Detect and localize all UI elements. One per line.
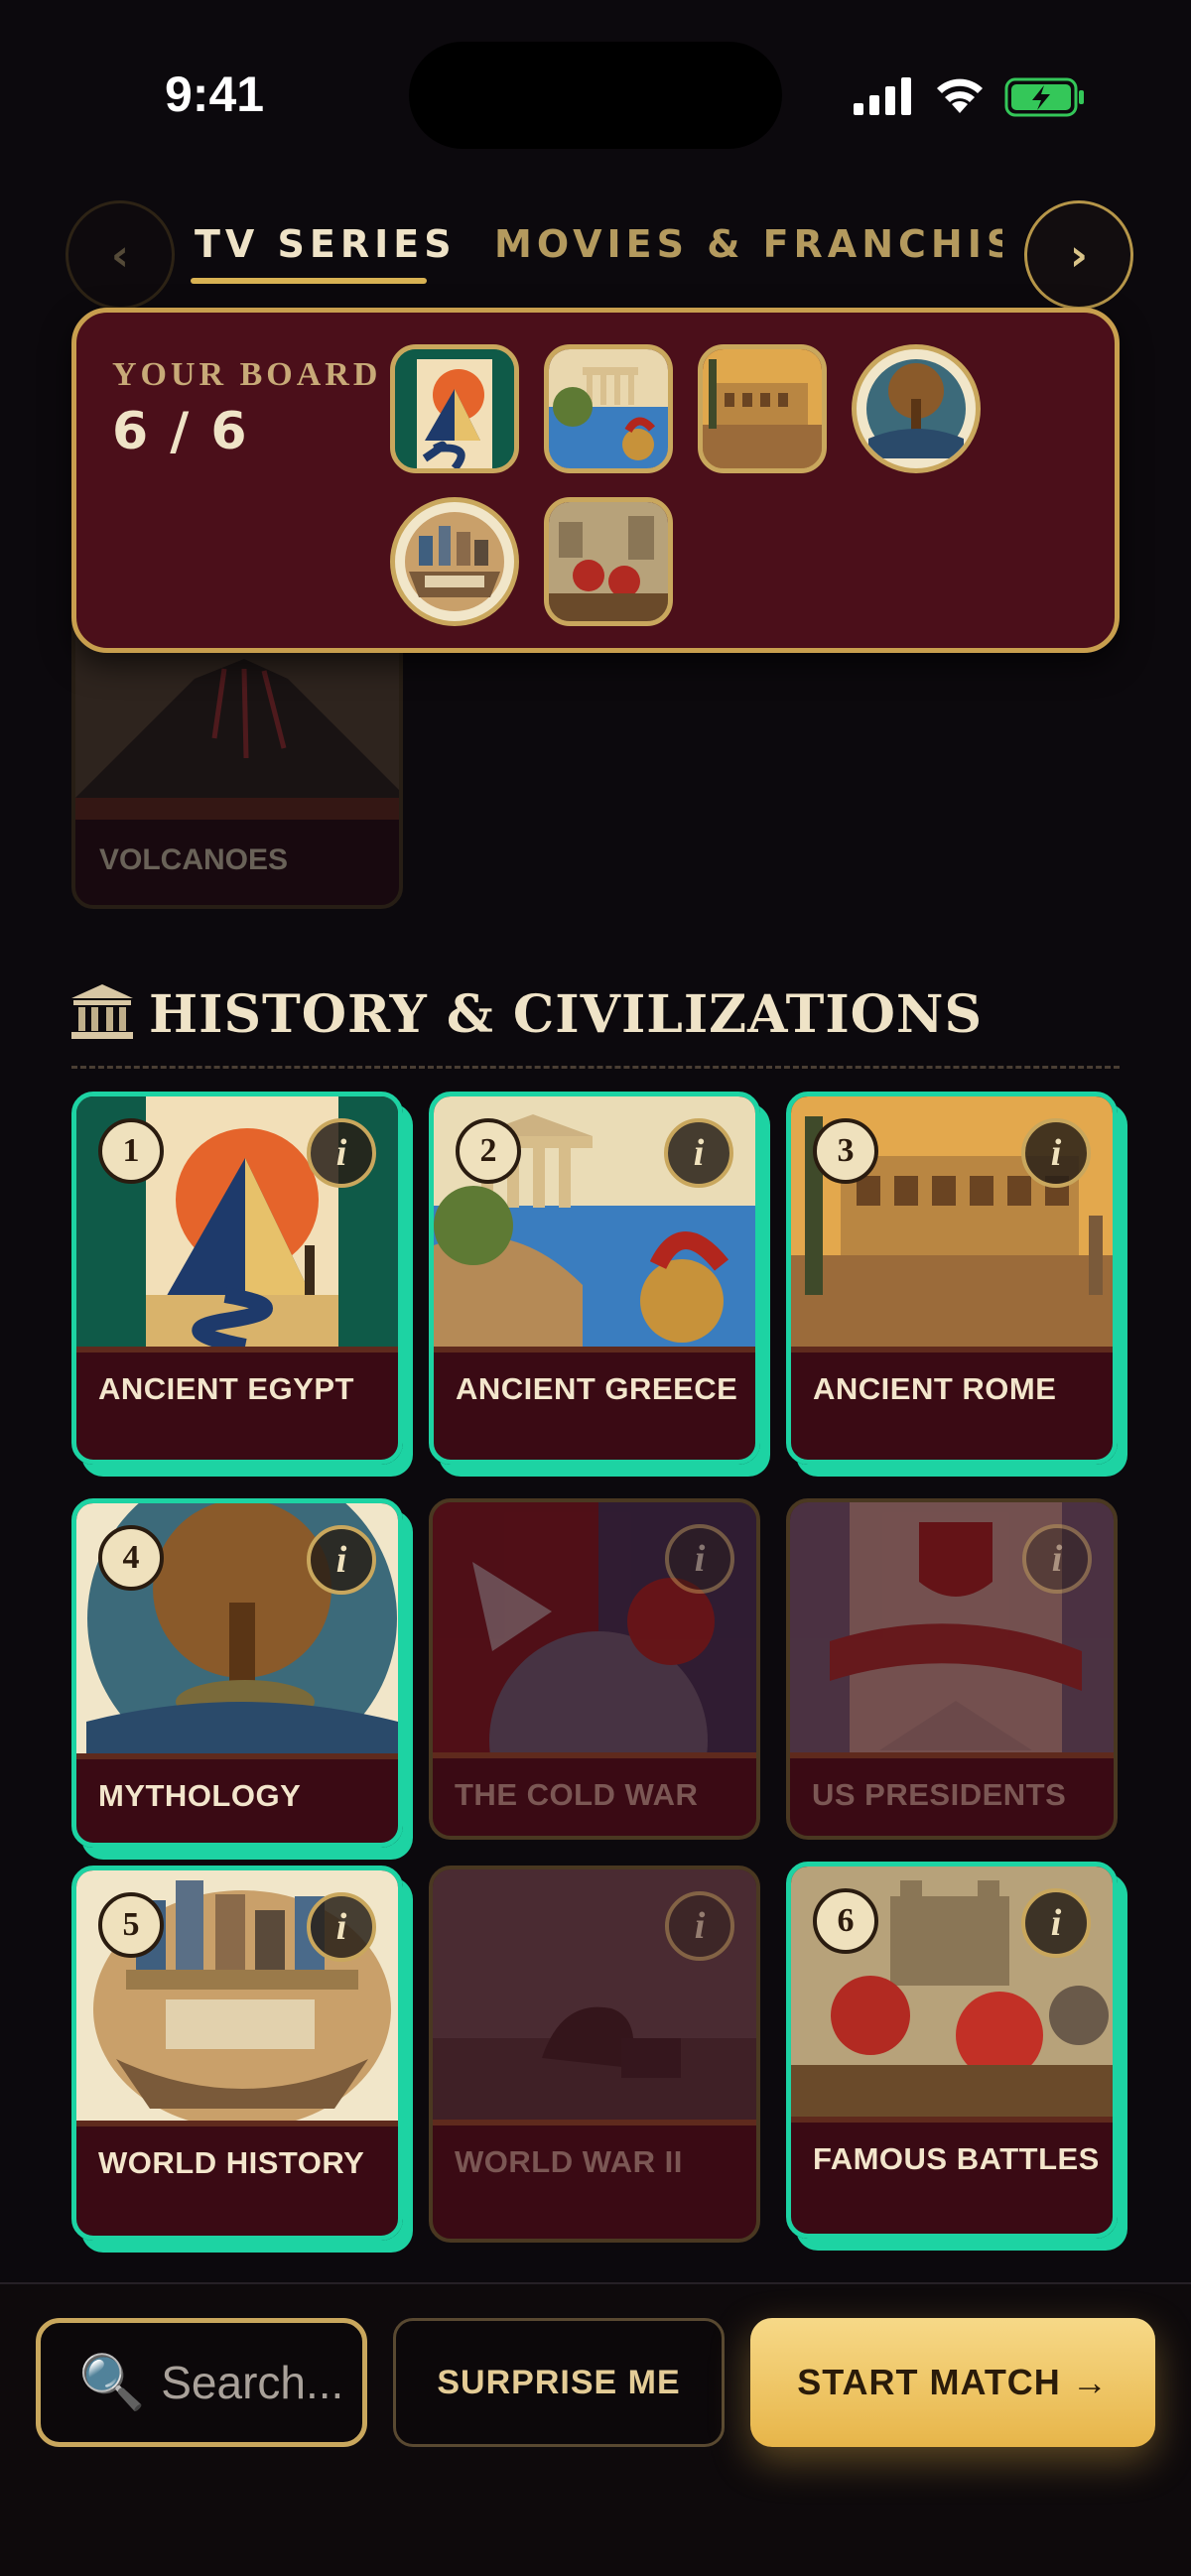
info-button[interactable]: i (307, 1118, 376, 1188)
selection-order-badge: 2 (456, 1118, 521, 1184)
info-button[interactable]: i (307, 1892, 376, 1962)
board-count: 6 / 6 (112, 402, 249, 461)
info-button[interactable]: i (665, 1524, 734, 1594)
info-button[interactable]: i (1022, 1524, 1092, 1594)
card-label: FAMOUS BATTLES (813, 2141, 1100, 2176)
chevron-left-icon: ‹ (110, 229, 130, 281)
card-label: MYTHOLOGY (98, 1778, 302, 1813)
wifi-icon (937, 78, 983, 113)
dynamic-island (409, 42, 782, 149)
tab-tv-series[interactable]: TV SERIES (195, 222, 457, 266)
board-thumb-mythology[interactable] (852, 344, 981, 473)
board-label: YOUR BOARD (112, 356, 382, 393)
selection-order-badge: 5 (98, 1892, 164, 1958)
card-label: ANCIENT GREECE (456, 1371, 738, 1406)
info-button[interactable]: i (1021, 1118, 1091, 1188)
card-label: ANCIENT ROME (813, 1371, 1057, 1406)
card-label: US PRESIDENTS (812, 1777, 1067, 1812)
card-the-cold-war[interactable]: THE COLD WAR i (429, 1498, 760, 1840)
card-us-presidents[interactable]: US PRESIDENTS i (786, 1498, 1118, 1840)
start-match-button[interactable]: START MATCH → (750, 2318, 1155, 2447)
info-button[interactable]: i (1021, 1888, 1091, 1958)
info-icon: i (694, 1538, 706, 1580)
your-board-panel: YOUR BOARD 6 / 6 (71, 308, 1120, 653)
info-icon: i (335, 1132, 347, 1174)
card-world-history[interactable]: WORLD HISTORY 5 i (71, 1866, 403, 2241)
card-label: THE COLD WAR (455, 1777, 699, 1812)
info-icon: i (694, 1905, 706, 1947)
bottom-action-bar: 🔍 Search... SURPRISE ME START MATCH → (0, 2282, 1191, 2576)
board-thumb-ancient-greece[interactable] (544, 344, 673, 473)
signal-icon (854, 77, 911, 115)
card-mythology[interactable]: MYTHOLOGY 4 i (71, 1498, 403, 1848)
info-button[interactable]: i (665, 1891, 734, 1961)
card-ancient-egypt[interactable]: ANCIENT EGYPT 1 i (71, 1092, 403, 1465)
category-tabs: ‹ TV SERIES MOVIES & FRANCHISES › (0, 169, 1191, 310)
info-icon: i (693, 1132, 705, 1174)
info-icon: i (335, 1906, 347, 1948)
card-ancient-rome[interactable]: ANCIENT ROME 3 i (786, 1092, 1118, 1465)
card-label: WORLD HISTORY (98, 2145, 365, 2180)
section-divider (71, 1066, 1120, 1069)
info-icon: i (1050, 1132, 1062, 1174)
info-icon: i (1051, 1538, 1063, 1580)
card-ancient-greece[interactable]: ANCIENT GREECE 2 i (429, 1092, 760, 1465)
search-placeholder: Search... (161, 2357, 344, 2408)
card-world-war-ii[interactable]: WORLD WAR II i (429, 1866, 760, 2243)
card-famous-battles[interactable]: FAMOUS BATTLES 6 i (786, 1862, 1118, 2239)
board-thumb-famous-battles[interactable] (544, 497, 673, 626)
status-bar: 9:41 (0, 0, 1191, 159)
board-thumb-ancient-rome[interactable] (698, 344, 827, 473)
info-button[interactable]: i (307, 1525, 376, 1595)
selection-order-badge: 1 (98, 1118, 164, 1184)
card-label: WORLD WAR II (455, 2144, 683, 2179)
search-icon: 🔍 (78, 2352, 146, 2412)
tabs-prev-button[interactable]: ‹ (66, 200, 175, 310)
search-button[interactable]: 🔍 Search... (36, 2318, 367, 2447)
active-tab-indicator (191, 278, 427, 284)
selection-order-badge: 4 (98, 1525, 164, 1591)
board-thumb-world-history[interactable] (390, 497, 519, 626)
tabs-next-button[interactable]: › (1024, 200, 1133, 310)
battery-charging-icon (1004, 77, 1084, 117)
card-label: ANCIENT EGYPT (98, 1371, 354, 1406)
temple-icon (71, 984, 133, 1039)
chevron-right-icon: › (1069, 229, 1089, 281)
info-button[interactable]: i (664, 1118, 733, 1188)
selection-order-badge: 6 (813, 1888, 878, 1954)
surprise-me-button[interactable]: SURPRISE ME (393, 2318, 725, 2447)
section-title: HISTORY & CIVILIZATIONS (149, 984, 984, 1045)
info-icon: i (1050, 1902, 1062, 1944)
card-label: VOLCANOES (99, 843, 289, 876)
tab-movies-franchises[interactable]: MOVIES & FRANCHISES (494, 222, 1002, 266)
info-icon: i (335, 1539, 347, 1581)
status-time: 9:41 (165, 66, 265, 122)
board-thumb-ancient-egypt[interactable] (390, 344, 519, 473)
selection-order-badge: 3 (813, 1118, 878, 1184)
